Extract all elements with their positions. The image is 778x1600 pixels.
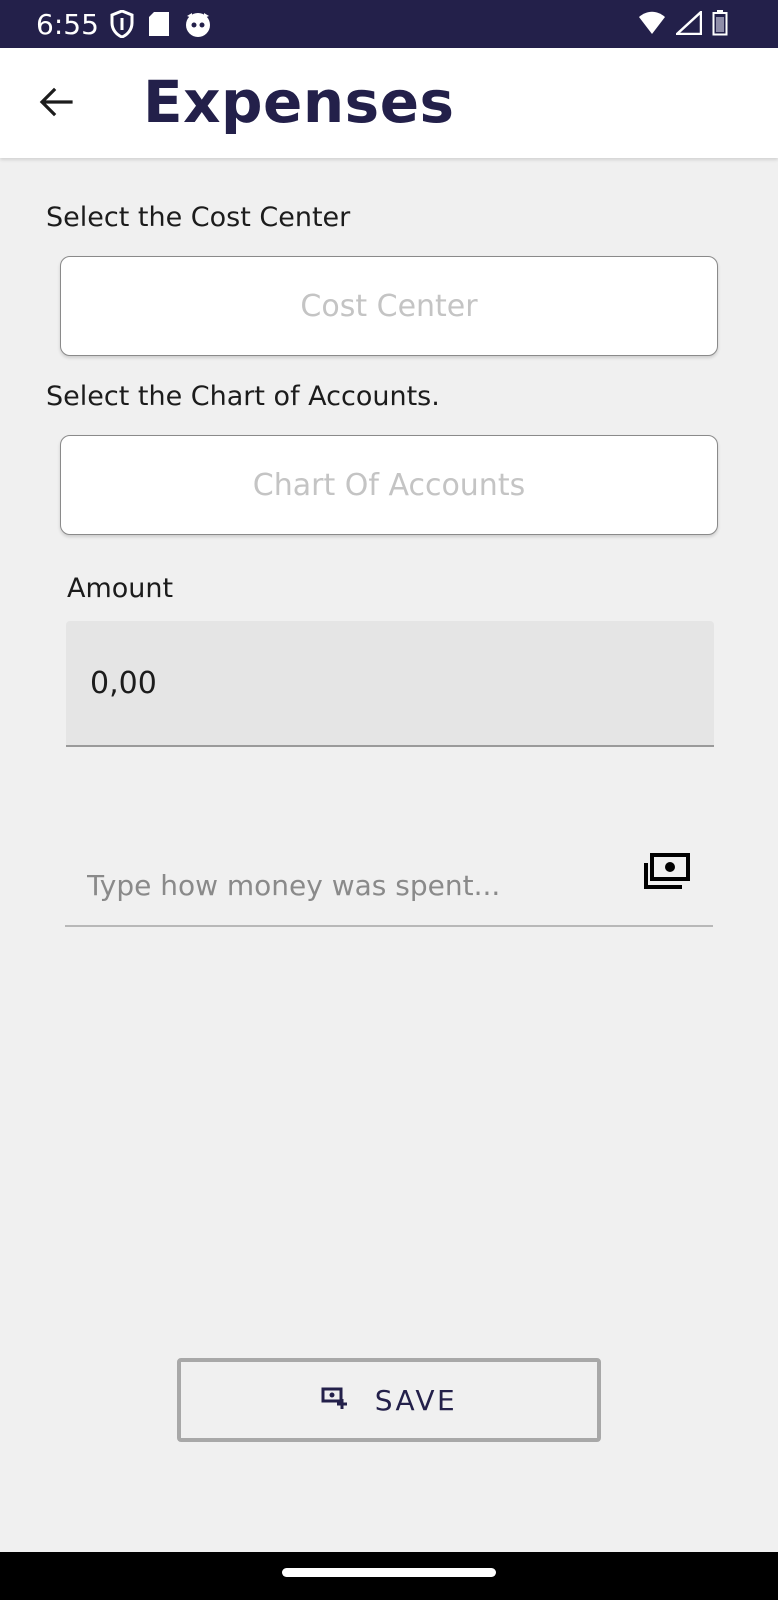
cat-face-icon <box>184 10 212 43</box>
chart-of-accounts-placeholder: Chart Of Accounts <box>252 467 526 503</box>
shield-icon <box>110 9 134 43</box>
status-icons-right <box>638 9 728 41</box>
status-icons-left <box>110 9 212 43</box>
cost-center-label: Select the Cost Center <box>46 202 351 233</box>
chart-of-accounts-label: Select the Chart of Accounts. <box>46 381 440 412</box>
save-button[interactable]: SAVE <box>177 1358 601 1442</box>
home-indicator[interactable] <box>282 1568 496 1577</box>
back-button[interactable] <box>30 78 82 130</box>
sd-card-icon <box>148 11 170 42</box>
description-field <box>65 820 713 927</box>
chart-of-accounts-select[interactable]: Chart Of Accounts <box>60 435 718 535</box>
cell-signal-icon <box>673 9 703 40</box>
amount-label: Amount <box>67 573 174 604</box>
battery-icon <box>712 10 728 41</box>
cost-center-placeholder: Cost Center <box>300 288 478 324</box>
save-label: SAVE <box>374 1383 458 1417</box>
add-money-icon <box>321 1386 349 1415</box>
wifi-icon <box>638 11 666 40</box>
cost-center-select[interactable]: Cost Center <box>60 256 718 356</box>
status-bar: 6:55 <box>0 0 778 48</box>
amount-input[interactable] <box>90 621 690 745</box>
page-title: Expenses <box>143 68 455 136</box>
arrow-left-icon <box>39 87 73 122</box>
amount-field <box>66 621 714 747</box>
description-input[interactable] <box>87 860 607 910</box>
app-bar: Expenses <box>0 48 778 158</box>
system-nav-bar <box>0 1552 778 1600</box>
money-icon <box>643 852 691 892</box>
status-time: 6:55 <box>36 8 99 41</box>
